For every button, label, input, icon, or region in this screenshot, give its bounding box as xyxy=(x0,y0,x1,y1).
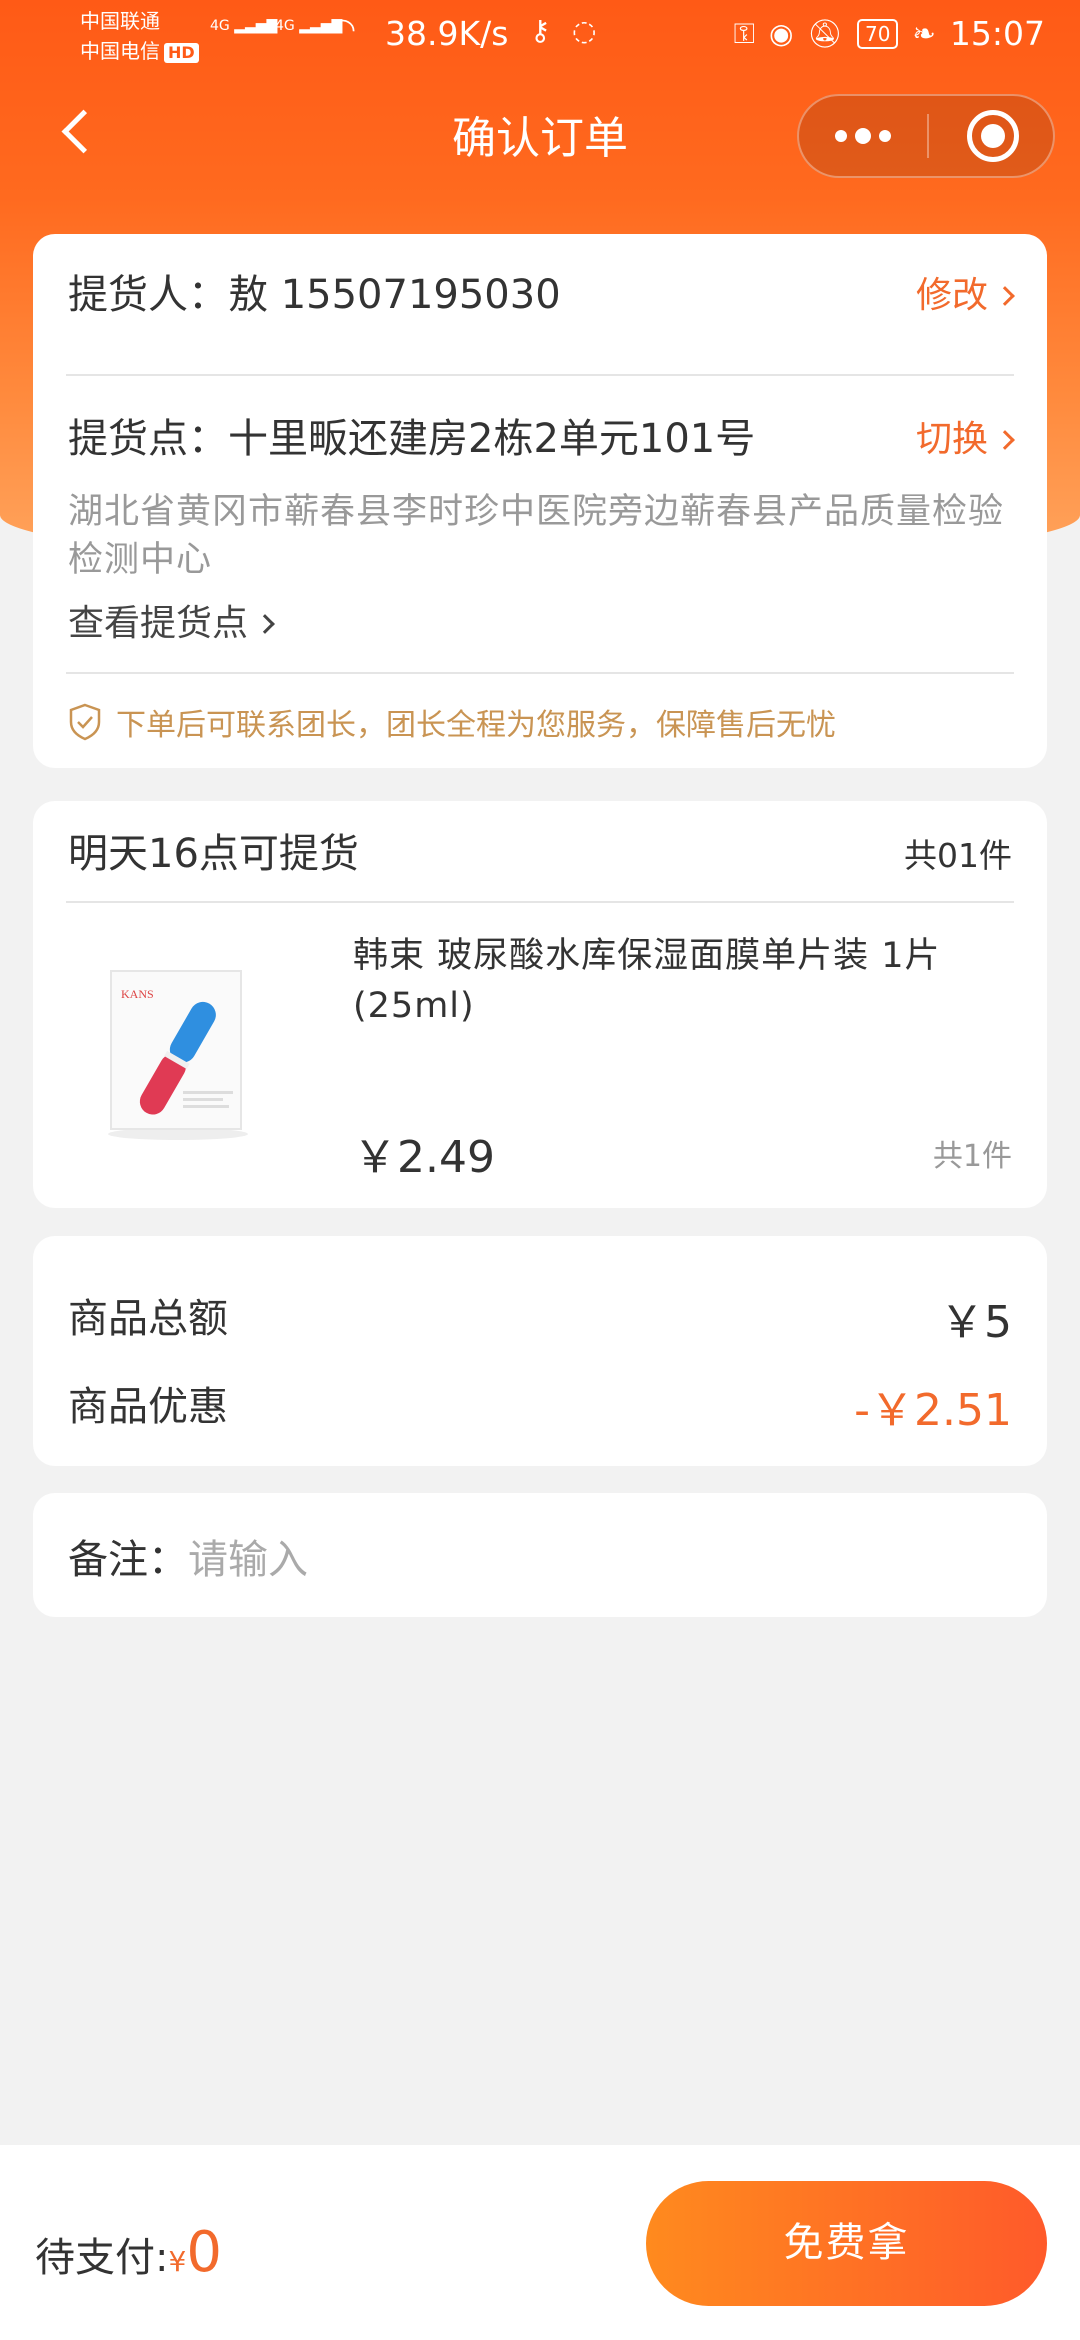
vpn-key-icon: ⚿ xyxy=(733,16,755,50)
product-price: ￥2.49 xyxy=(353,1132,495,1183)
close-circle-icon[interactable] xyxy=(967,110,1019,162)
service-notice: 下单后可联系团长，团长全程为您服务，保障售后无忧 xyxy=(68,700,1012,744)
pay-label: 待支付: xyxy=(35,2235,169,2281)
pickup-point-value: 十里畈还建房2栋2单元101号 xyxy=(228,416,756,462)
carrier-info: 中国联通 中国电信 HD xyxy=(80,6,199,66)
carrier-2: 中国电信 xyxy=(80,39,160,63)
nav-bar: 确认订单 xyxy=(0,72,1080,192)
pickup-point-row: 提货点：十里畈还建房2栋2单元101号 xyxy=(68,406,1012,464)
shield-check-icon xyxy=(69,703,101,741)
status-right: ⚿ ◉ 🔕︎ 70 ❧ 15:07 xyxy=(734,14,1045,53)
pay-summary: 待支付:¥0 xyxy=(35,2220,222,2285)
pickup-person-value: 敖 15507195030 xyxy=(228,272,561,318)
product-image[interactable]: KANS xyxy=(83,956,273,1146)
leaf-icon: ❧ xyxy=(912,17,936,50)
service-notice-text: 下单后可联系团长，团长全程为您服务，保障售后无忧 xyxy=(116,708,836,743)
goods-card: 明天16点可提货 共01件 KANS 韩束 玻尿酸水库保湿面膜单片装 1片(25… xyxy=(33,801,1047,1208)
pickup-person-row: 提货人：敖 15507195030 xyxy=(68,262,1012,320)
goods-total-value: ￥5 xyxy=(940,1297,1012,1348)
hd-badge: HD xyxy=(164,43,199,63)
remark-row: 备注：请输入 xyxy=(68,1527,1012,1585)
product-name[interactable]: 韩束 玻尿酸水库保湿面膜单片装 1片(25ml) xyxy=(353,931,1012,1031)
view-pickup-point-link[interactable]: 查看提货点 xyxy=(68,594,1012,646)
key-icon: ⚷ xyxy=(530,14,551,47)
goods-total-row: 商品总额 ￥5 xyxy=(68,1286,1012,1350)
eye-icon: ◉ xyxy=(768,17,794,50)
divider xyxy=(66,672,1014,674)
pickup-point-label: 提货点： xyxy=(68,416,228,462)
chevron-right-icon xyxy=(995,286,1015,306)
remark-card: 备注：请输入 xyxy=(33,1493,1047,1617)
goods-total-count: 共01件 xyxy=(904,836,1012,875)
hotspot-icon: ◌ xyxy=(572,14,597,47)
pickup-person-label: 提货人： xyxy=(68,272,228,318)
switch-point-link[interactable]: 切换 xyxy=(916,410,1015,462)
product-count: 共1件 xyxy=(932,1139,1012,1174)
clock: 15:07 xyxy=(949,14,1045,53)
divider xyxy=(66,374,1014,376)
pickup-address: 湖北省黄冈市蕲春县李时珍中医院旁边蕲春县产品质量检验检测中心 xyxy=(68,492,1005,580)
remark-input[interactable]: 请输入 xyxy=(188,1537,308,1583)
pay-amount: 0 xyxy=(186,2220,222,2285)
status-bar: 中国联通 中国电信 HD 4G ▂▃▅▇ 4G ▂▃▅▇ ◠ 38.9K/s ⚷ … xyxy=(0,0,1080,72)
wifi-icon: ◠ xyxy=(330,12,357,47)
chevron-right-icon xyxy=(255,614,275,634)
chevron-right-icon xyxy=(995,430,1015,450)
pickup-time: 明天16点可提货 xyxy=(68,831,359,877)
edit-person-link[interactable]: 修改 xyxy=(916,266,1015,318)
pay-currency: ¥ xyxy=(168,2245,187,2278)
remark-label: 备注： xyxy=(68,1537,188,1583)
pickup-card: 提货人：敖 15507195030 修改 提货点：十里畈还建房2栋2单元101号… xyxy=(33,234,1047,768)
goods-total-label: 商品总额 xyxy=(68,1296,228,1342)
checkout-bar: 待支付:¥0 免费拿 xyxy=(0,2145,1080,2340)
battery-icon: 70 xyxy=(856,18,899,49)
carrier-1: 中国联通 xyxy=(80,9,160,33)
more-icon[interactable] xyxy=(799,96,927,176)
divider xyxy=(66,901,1014,903)
mini-program-capsule xyxy=(797,94,1055,178)
free-get-button[interactable]: 免费拿 xyxy=(646,2181,1047,2306)
capsule-divider xyxy=(927,114,929,158)
goods-discount-value: -￥2.51 xyxy=(854,1385,1012,1436)
goods-discount-label: 商品优惠 xyxy=(68,1384,228,1430)
network-speed: 38.9K/s xyxy=(385,14,509,53)
signal-icon-1: 4G ▂▃▅▇ xyxy=(210,18,278,34)
amount-card: 商品总额 ￥5 商品优惠 -￥2.51 xyxy=(33,1236,1047,1466)
goods-discount-row: 商品优惠 -￥2.51 xyxy=(68,1374,1012,1438)
product-brand-text: KANS xyxy=(121,987,154,1001)
mute-icon: 🔕︎ xyxy=(807,17,843,50)
